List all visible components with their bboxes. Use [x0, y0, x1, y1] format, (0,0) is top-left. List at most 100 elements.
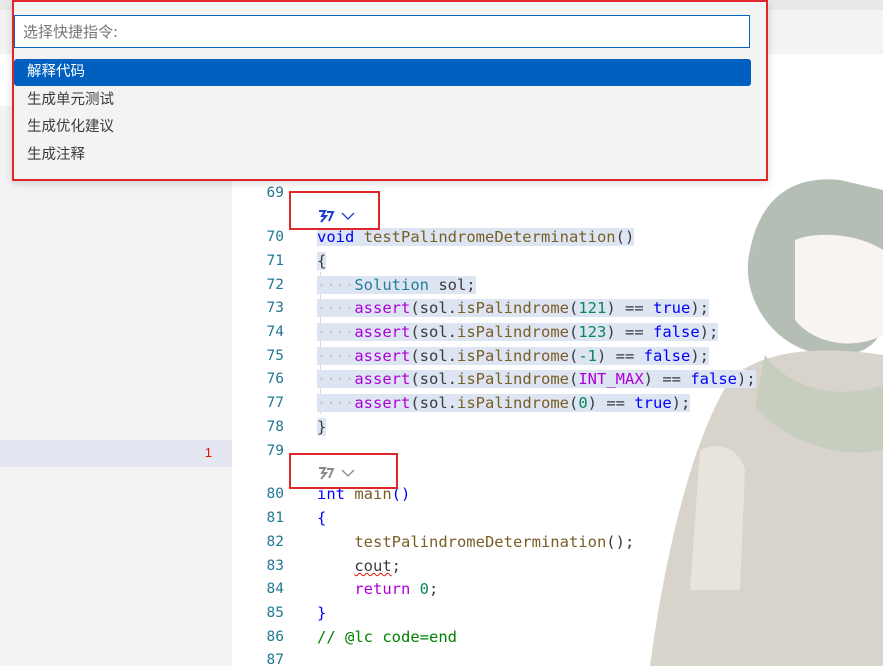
- macro-token: assert: [354, 370, 411, 388]
- type-token: Solution: [354, 276, 429, 294]
- macro-token: assert: [354, 323, 411, 341]
- method-token: isPalindrome: [457, 370, 569, 388]
- problem-count-badge: 1: [204, 445, 212, 460]
- brace: {: [317, 252, 327, 270]
- number-token: 0: [419, 580, 430, 598]
- code-text: (: [568, 394, 579, 412]
- line-number: 83: [266, 558, 284, 574]
- code-text: (sol.: [410, 299, 457, 317]
- error-identifier: cout: [354, 557, 392, 575]
- code-text: (: [568, 299, 579, 317]
- function-call: testPalindromeDetermination: [354, 533, 607, 551]
- function-name: main: [354, 485, 392, 503]
- code-text: );: [737, 370, 756, 388]
- number-token: 123: [578, 323, 607, 341]
- line-number: 69: [266, 185, 284, 201]
- code-line[interactable]: }: [317, 604, 326, 622]
- keyword-token: int: [317, 485, 345, 503]
- line-number: 82: [266, 534, 284, 550]
- code-text: ) ==: [606, 299, 653, 317]
- punctuation: (): [391, 485, 411, 503]
- code-line[interactable]: // @lc code=end: [317, 628, 457, 646]
- code-line[interactable]: cout;: [317, 557, 401, 575]
- quick-pick-item-generate-comments[interactable]: 生成注释: [14, 142, 751, 169]
- punctuation: ();: [606, 533, 635, 551]
- code-text: (: [568, 323, 579, 341]
- line-number: 71: [266, 253, 284, 269]
- brace: }: [317, 604, 327, 622]
- quick-pick-item-optimization-suggestions[interactable]: 生成优化建议: [14, 114, 751, 141]
- code-line[interactable]: testPalindromeDetermination();: [317, 533, 634, 551]
- code-line[interactable]: return 0;: [317, 580, 438, 598]
- line-number: 85: [266, 605, 284, 621]
- code-text: ) ==: [587, 394, 635, 412]
- keyword-token: false: [643, 347, 691, 365]
- code-line[interactable]: {: [317, 509, 326, 527]
- line-number: 74: [266, 324, 284, 340]
- line-number: 72: [266, 277, 284, 293]
- punctuation: ;: [429, 580, 439, 598]
- punctuation: (): [615, 228, 635, 246]
- code-text: );: [690, 299, 709, 317]
- chevron-down-icon[interactable]: [341, 468, 355, 478]
- code-line[interactable]: ····assert(sol.isPalindrome(121) == true…: [317, 299, 709, 317]
- code-text: (sol.: [410, 394, 457, 412]
- sidebar: [0, 106, 232, 666]
- line-number: 70: [266, 229, 284, 245]
- ai-assistant-icon[interactable]: [317, 465, 335, 481]
- codelens-actions[interactable]: [317, 206, 355, 226]
- quick-pick-item-generate-unit-tests[interactable]: 生成单元测试: [14, 87, 751, 114]
- code-line[interactable]: {: [317, 252, 327, 270]
- code-text: ) ==: [606, 323, 653, 341]
- code-text: );: [690, 347, 710, 365]
- code-line[interactable]: ····Solution sol;: [317, 276, 476, 294]
- method-token: isPalindrome: [457, 323, 569, 341]
- macro-token: assert: [354, 394, 411, 412]
- number-token: -1: [578, 347, 597, 365]
- code-line[interactable]: void testPalindromeDetermination(): [317, 228, 635, 246]
- sidebar-problem-row[interactable]: 1: [0, 440, 232, 467]
- code-text: );: [699, 323, 719, 341]
- keyword-token: true: [634, 394, 672, 412]
- background-illustration: [650, 179, 883, 666]
- line-number: 75: [266, 348, 284, 364]
- keyword-token: false: [690, 370, 737, 388]
- brace: {: [317, 509, 327, 527]
- code-text: (sol.: [410, 323, 457, 341]
- keyword-token: return: [354, 580, 411, 598]
- keyword-token: void: [317, 228, 355, 246]
- number-token: 0: [578, 394, 588, 412]
- code-line[interactable]: ····assert(sol.isPalindrome(-1) == false…: [317, 347, 710, 365]
- line-number: 81: [266, 510, 284, 526]
- code-text: sol;: [428, 276, 476, 294]
- line-number: 86: [266, 629, 284, 645]
- code-text: (sol.: [410, 347, 457, 365]
- line-number: 80: [266, 486, 284, 502]
- punctuation: ;: [391, 557, 401, 575]
- code-line[interactable]: int main(): [317, 485, 410, 503]
- ai-assistant-icon[interactable]: [317, 208, 335, 224]
- quick-pick-item-explain-code[interactable]: 解释代码: [14, 59, 751, 86]
- method-token: isPalindrome: [457, 394, 569, 412]
- keyword-token: false: [653, 323, 700, 341]
- code-text: (: [568, 347, 579, 365]
- code-line[interactable]: }: [317, 418, 327, 436]
- code-line[interactable]: ····assert(sol.isPalindrome(INT_MAX) == …: [317, 370, 756, 388]
- macro-token: assert: [354, 347, 411, 365]
- code-text: (: [568, 370, 579, 388]
- code-text: );: [671, 394, 691, 412]
- line-number: 76: [266, 371, 284, 387]
- number-token: 121: [578, 299, 607, 317]
- line-number: 73: [266, 300, 284, 316]
- code-text: ) ==: [597, 347, 644, 365]
- quick-pick-input[interactable]: [14, 15, 750, 48]
- constant-token: INT_MAX: [578, 370, 644, 388]
- code-text: (sol.: [410, 370, 457, 388]
- keyword-token: true: [653, 299, 691, 317]
- codelens-actions[interactable]: [317, 463, 355, 483]
- method-token: isPalindrome: [457, 347, 569, 365]
- line-number: 78: [266, 419, 284, 435]
- code-line[interactable]: ····assert(sol.isPalindrome(123) == fals…: [317, 323, 719, 341]
- chevron-down-icon[interactable]: [341, 211, 355, 221]
- code-line[interactable]: ····assert(sol.isPalindrome(0) == true);: [317, 394, 691, 412]
